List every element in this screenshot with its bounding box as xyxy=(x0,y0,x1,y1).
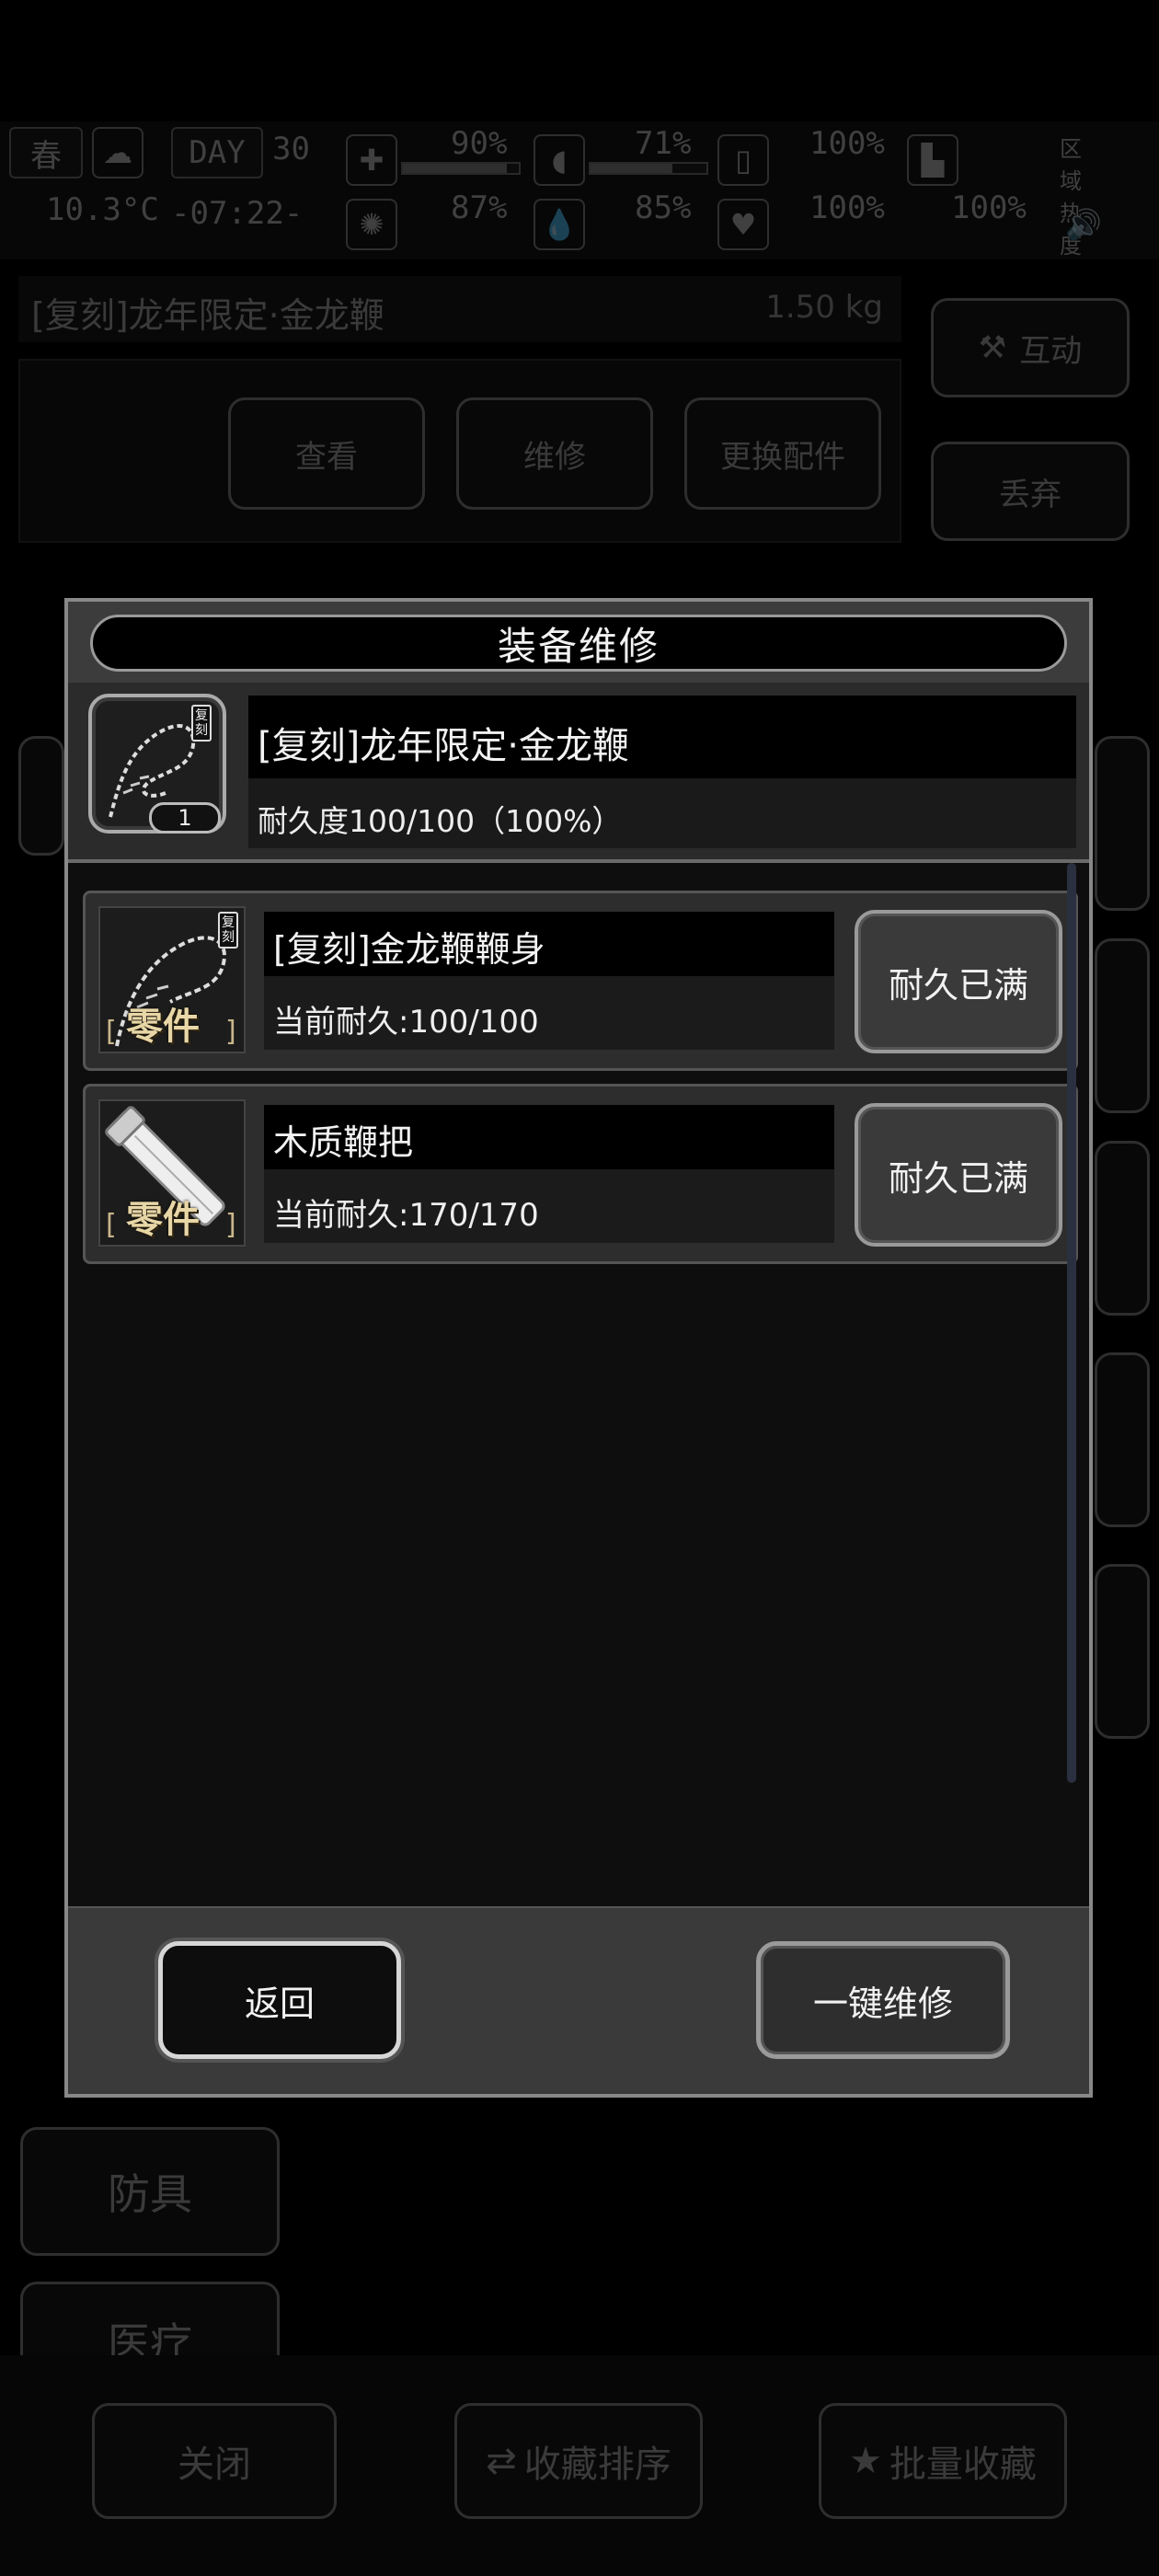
health-bar xyxy=(401,162,521,175)
golden-dragon-whip-icon: 复刻 1 xyxy=(88,694,226,834)
bracket-right: ] xyxy=(225,1209,236,1241)
bottom-action-bar: 关闭 ⇄ 收藏排序 ★ 批量收藏 xyxy=(0,2355,1159,2576)
part-row: [ 零件 ] 木质鞭把 当前耐久:170/170 耐久已满 xyxy=(83,1084,1078,1264)
stat5-pct: 100% xyxy=(951,190,1027,226)
repair-button[interactable]: 维修 xyxy=(456,397,653,510)
stomach-pct: 71% xyxy=(635,125,692,162)
season-badge: 春 xyxy=(9,127,83,178)
bracket-left: [ xyxy=(106,1209,117,1241)
stat4-pct: 100% xyxy=(809,190,885,226)
stat3-pct: 100% xyxy=(809,125,885,162)
water-drop-icon: 💧 xyxy=(534,199,585,250)
part-name: [复刻]金龙鞭鞭身 xyxy=(273,929,545,970)
stomach-bar xyxy=(589,162,708,175)
side-slot-3[interactable] xyxy=(1095,1141,1150,1316)
close-button[interactable]: 关闭 xyxy=(92,2403,337,2519)
weather-cloud-icon: ☁ xyxy=(92,127,143,178)
stomach-icon: ◖ xyxy=(534,134,585,186)
discard-button[interactable]: 丢弃 xyxy=(931,442,1130,541)
quantity-badge: 1 xyxy=(149,802,221,834)
day-label: DAY xyxy=(171,127,263,178)
bg-item-name: [复刻]龙年限定·金龙鞭 xyxy=(31,295,384,336)
batch-favorite-label: 批量收藏 xyxy=(889,2444,1037,2486)
capsule-icon: ▯ xyxy=(717,134,769,186)
boot-icon: ▙ xyxy=(907,134,958,186)
star-icon: ★ xyxy=(849,2440,882,2482)
game-time: -07:22- xyxy=(171,195,304,232)
status-hud: 春 ☁ DAY 30 10.3°C -07:22- ✚ 90% ◖ 71% ▯ … xyxy=(0,121,1159,259)
repair-all-button[interactable]: 一键维修 xyxy=(756,1941,1010,2059)
wooden-handle-part-icon: [ 零件 ] xyxy=(98,1099,246,1247)
speaker-icon[interactable]: 🔊 xyxy=(1058,199,1109,250)
equipment-repair-dialog: 装备维修 复刻 1 [复刻]龙年限定·金龙鞭 耐久度100/100（100%） … xyxy=(64,598,1093,2098)
temperature: 10.3°C xyxy=(46,191,159,228)
interact-label: 互动 xyxy=(1019,332,1083,370)
part-name: 木质鞭把 xyxy=(273,1122,414,1163)
dialog-title-bar: 装备维修 xyxy=(68,602,1089,683)
selected-item-header: [复刻]龙年限定·金龙鞭 1.50 kg xyxy=(18,276,901,342)
repair-item-durability: 耐久度100/100（100%） xyxy=(258,803,623,839)
day-count: 30 xyxy=(272,131,310,167)
whip-body-part-icon: 复刻 [ 零件 ] xyxy=(98,906,246,1053)
hammer-icon: ⚒ xyxy=(978,329,1007,366)
side-slot-4[interactable] xyxy=(1095,1352,1150,1527)
sanity-pct: 87% xyxy=(451,190,508,226)
bracket-right: ] xyxy=(225,1016,236,1048)
heart-icon: ♥ xyxy=(717,199,769,250)
sort-favorites-button[interactable]: ⇄ 收藏排序 xyxy=(454,2403,703,2519)
part-tag: 零件 xyxy=(126,1199,200,1241)
part-row: 复刻 [ 零件 ] [复刻]金龙鞭鞭身 当前耐久:100/100 耐久已满 xyxy=(83,891,1078,1071)
durability-full-button[interactable]: 耐久已满 xyxy=(855,1103,1062,1247)
replica-tag: 复刻 xyxy=(218,912,238,949)
part-durability: 当前耐久:100/100 xyxy=(273,1004,539,1041)
health-pct: 90% xyxy=(451,125,508,162)
brain-icon: ✺ xyxy=(346,199,397,250)
durability-full-button[interactable]: 耐久已满 xyxy=(855,910,1062,1053)
swap-parts-button[interactable]: 更换配件 xyxy=(684,397,881,510)
bracket-left: [ xyxy=(106,1016,117,1048)
category-armor[interactable]: 防具 xyxy=(20,2127,280,2256)
parts-list: 复刻 [ 零件 ] [复刻]金龙鞭鞭身 当前耐久:100/100 耐久已满 [… xyxy=(68,863,1089,1864)
sort-favorites-label: 收藏排序 xyxy=(523,2444,671,2486)
parts-scrollbar[interactable] xyxy=(1067,863,1076,1783)
swap-arrows-icon: ⇄ xyxy=(486,2440,517,2482)
side-slot-2[interactable] xyxy=(1095,938,1150,1113)
side-slot-5[interactable] xyxy=(1095,1564,1150,1739)
bg-item-weight: 1.50 kg xyxy=(765,289,883,326)
repair-target-item: 复刻 1 [复刻]龙年限定·金龙鞭 耐久度100/100（100%） xyxy=(68,683,1089,863)
back-button[interactable]: 返回 xyxy=(158,1941,401,2059)
water-pct: 85% xyxy=(635,190,692,226)
repair-item-name: [复刻]龙年限定·金龙鞭 xyxy=(258,725,629,767)
interact-button[interactable]: ⚒ 互动 xyxy=(931,298,1130,397)
side-slot-1[interactable] xyxy=(1095,736,1150,911)
part-tag: 零件 xyxy=(126,1006,200,1048)
dialog-title: 装备维修 xyxy=(497,623,660,669)
part-durability: 当前耐久:170/170 xyxy=(273,1197,539,1234)
health-kit-icon: ✚ xyxy=(346,134,397,186)
replica-tag: 复刻 xyxy=(191,705,212,742)
dialog-footer: 返回 一键维修 xyxy=(68,1906,1089,2094)
batch-favorite-button[interactable]: ★ 批量收藏 xyxy=(819,2403,1067,2519)
dialog-title-pill: 装备维修 xyxy=(90,615,1067,672)
view-button[interactable]: 查看 xyxy=(228,397,425,510)
left-slot[interactable] xyxy=(18,736,64,856)
